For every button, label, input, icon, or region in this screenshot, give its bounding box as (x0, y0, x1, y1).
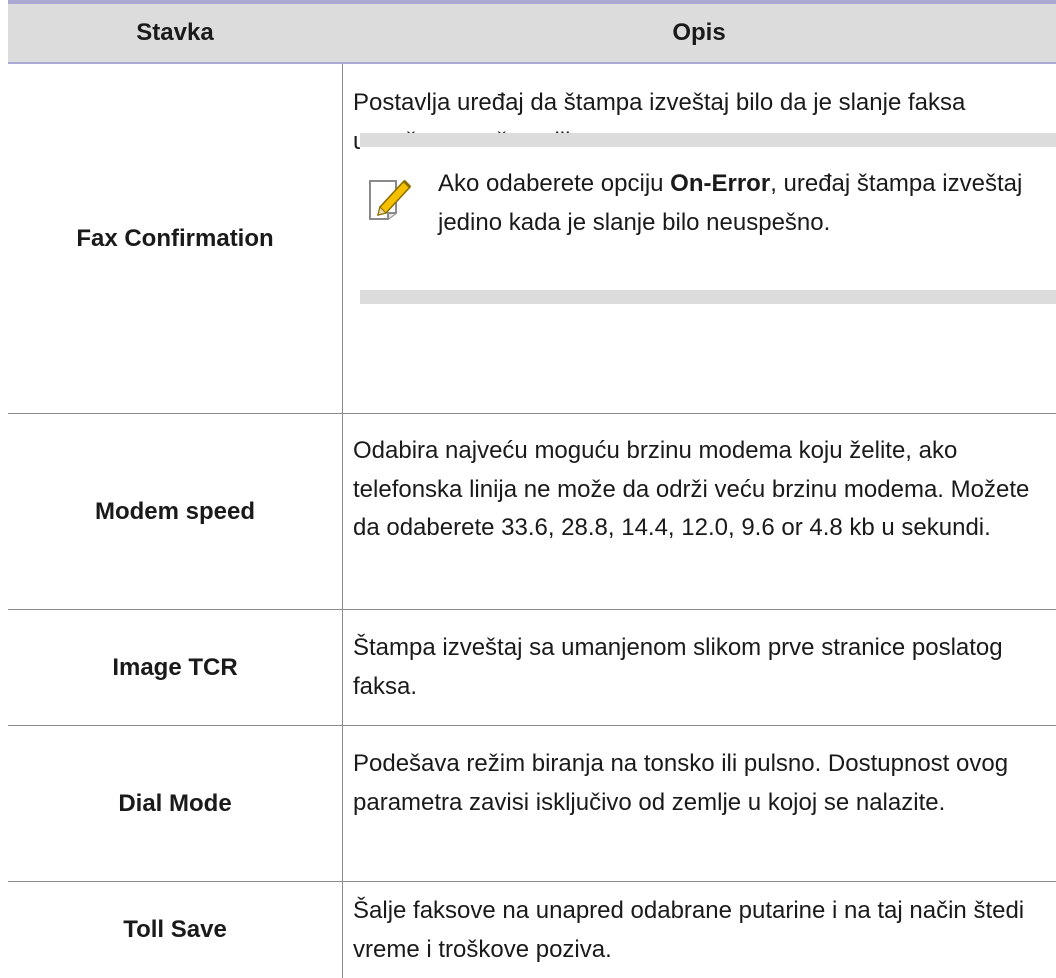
column-divider (342, 64, 343, 978)
item-dial-mode: Dial Mode (118, 789, 232, 817)
item-toll-save: Toll Save (123, 916, 227, 943)
note-text: Ako odaberete opciju On-Error, uređaj št… (438, 170, 1023, 236)
item-image-tcr: Image TCR (112, 653, 238, 681)
desc-modem-speed: Odabira najveću moguću brzinu modema koj… (353, 437, 1030, 541)
item-fax-confirmation: Fax Confirmation (76, 224, 274, 252)
desc-dial-mode: Podešava režim biranja na tonsko ili pul… (353, 750, 1009, 816)
pencil-note-icon (369, 179, 412, 220)
table-row: Dial Mode Podešava režim biranja na tons… (8, 726, 1056, 882)
item-modem-speed: Modem speed (94, 497, 256, 525)
note-box: Ako odaberete opciju On-Error, uređaj št… (360, 133, 1056, 304)
desc-toll-save: Šalje faksove na unapred odabrane putari… (353, 897, 1025, 963)
desc-image-tcr: Štampa izveštaj sa umanjenom slikom prve… (353, 634, 1003, 700)
table-row: Modem speed Odabira najveću moguću brzin… (8, 414, 1056, 610)
settings-table: Stavka Opis Fax Confirmation Postavlja u… (8, 0, 1056, 978)
on-error-term: On-Error (670, 170, 771, 197)
header-description: Opis (672, 19, 726, 46)
table-row: Image TCR Štampa izveštaj sa umanjenom s… (8, 610, 1056, 726)
table-header: Stavka Opis (8, 4, 1056, 64)
table-row: Toll Save Šalje faksove na unapred odabr… (8, 882, 1056, 978)
header-item: Stavka (136, 19, 214, 46)
